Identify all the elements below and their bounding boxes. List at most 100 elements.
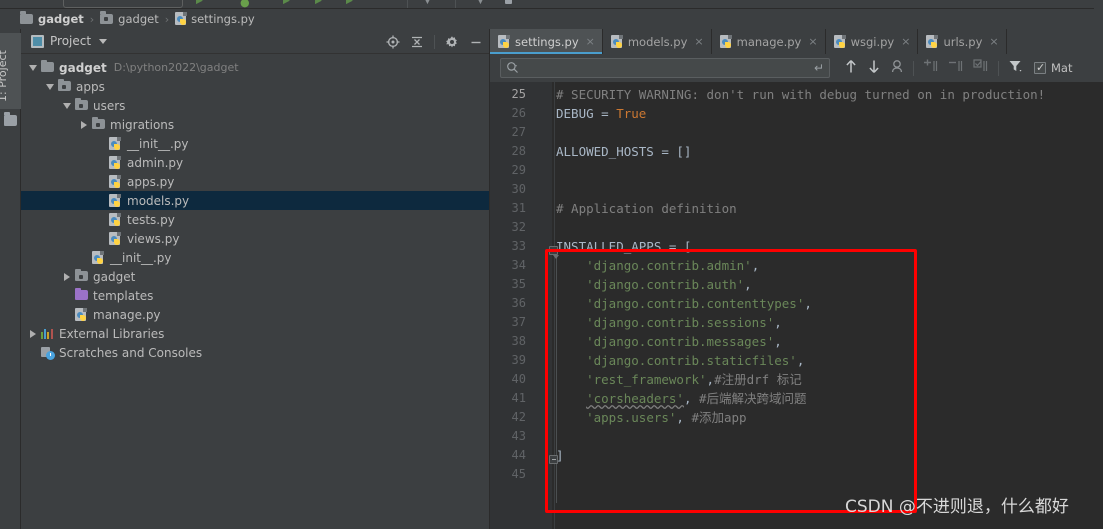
collapse-all-icon[interactable] — [410, 35, 424, 49]
close-icon[interactable]: × — [901, 35, 910, 48]
tree-item-users[interactable]: users — [21, 96, 489, 115]
editor-tab-urls-py[interactable]: urls.py × — [918, 29, 1007, 54]
editor-tab-settings-py[interactable]: settings.py × — [490, 29, 603, 54]
twisty[interactable] — [27, 324, 40, 343]
code-text[interactable]: # SECURITY WARNING: don't run with debug… — [552, 82, 1103, 529]
code-line[interactable]: 'django.contrib.messages', — [556, 332, 782, 351]
code-editor[interactable]: 25 26 27 28 29 30 31 32 33 34 35 36 37 38 39 40 41 42 43 44… — [490, 82, 1103, 529]
find-next-icon[interactable] — [867, 59, 881, 78]
close-icon[interactable]: × — [808, 35, 817, 48]
close-icon[interactable]: × — [989, 35, 998, 48]
code-line[interactable]: 'corsheaders', #后端解决跨域问题 — [556, 389, 806, 408]
close-icon[interactable]: × — [694, 35, 703, 48]
code-line[interactable]: INSTALLED_APPS = [ — [556, 237, 691, 256]
tool-window-tab-project[interactable]: 1: Project — [0, 33, 21, 109]
select-all-occurrences-icon[interactable] — [890, 59, 904, 78]
line-number: 36 — [511, 296, 526, 310]
tree-item-label: templates — [93, 288, 154, 303]
tree-item-label: __init__.py — [110, 250, 172, 265]
tree-item-views-py[interactable]: views.py — [21, 229, 489, 248]
left-tool-window-bar: 1: Project — [0, 29, 21, 529]
project-tree[interactable]: gadget D:\python2022\gadget apps users migra… — [21, 55, 489, 529]
twisty[interactable] — [61, 267, 74, 286]
tree-item-admin-py[interactable]: admin.py — [21, 153, 489, 172]
code-line[interactable]: # Application definition — [556, 199, 737, 218]
editor-tab-label: urls.py — [943, 34, 983, 49]
chevron-down-icon — [29, 65, 37, 71]
tree-item-templates[interactable]: templates — [21, 286, 489, 305]
code-line[interactable]: 'django.contrib.auth', — [556, 275, 752, 294]
pycharm-window: ▶ ● ▶ ▶ ▶ ▼ ▼ gadget › gadget › settings… — [0, 0, 1103, 529]
line-number: 37 — [511, 315, 526, 329]
tree-item-manage-py[interactable]: manage.py — [21, 305, 489, 324]
editor-tab-label: settings.py — [515, 34, 579, 49]
filter-icon[interactable] — [1008, 59, 1024, 78]
fold-marker-close[interactable] — [549, 455, 558, 464]
tree-item-label: migrations — [110, 117, 175, 132]
twisty[interactable] — [78, 115, 91, 134]
line-number: 38 — [511, 334, 526, 348]
editor-tab-bar[interactable]: settings.py × models.py × manage.py × wsgi.py ×… — [490, 29, 1103, 54]
close-icon[interactable]: × — [586, 35, 595, 48]
code-line[interactable]: 'django.contrib.sessions', — [556, 313, 782, 332]
fold-marker-open[interactable] — [549, 246, 559, 259]
window-edge — [1094, 0, 1103, 9]
breadcrumb-item-0[interactable]: gadget — [20, 11, 84, 26]
tree-item-scratches-and-consoles[interactable]: Scratches and Consoles — [21, 343, 489, 362]
editor-tab-label: manage.py — [736, 34, 802, 49]
minimize-icon[interactable] — [469, 35, 483, 49]
breadcrumb-item-1[interactable]: gadget — [100, 11, 159, 26]
twisty[interactable] — [61, 96, 74, 115]
tree-item-migrations[interactable]: migrations — [21, 115, 489, 134]
tree-item-gadget[interactable]: gadget — [21, 267, 489, 286]
line-number-gutter[interactable]: 25 26 27 28 29 30 31 32 33 34 35 36 37 38 39 40 41 42 43 44… — [490, 82, 552, 529]
select-all-icon — [973, 58, 989, 78]
tree-item-apps[interactable]: apps — [21, 77, 489, 96]
line-number: 44 — [511, 448, 526, 462]
checkbox-icon — [1034, 61, 1046, 74]
twisty[interactable] — [27, 58, 40, 77]
python-file-icon — [92, 251, 104, 265]
folder-icon[interactable] — [4, 112, 17, 126]
locate-icon[interactable] — [386, 35, 400, 49]
search-field[interactable]: ↵ — [500, 58, 830, 78]
editor-tab-models-py[interactable]: models.py × — [603, 29, 712, 54]
run-config-selector[interactable] — [63, 0, 183, 8]
tool-window-tab-label: 1: Project — [0, 50, 9, 102]
scratches-icon — [41, 347, 55, 360]
tree-item-apps-py[interactable]: apps.py — [21, 172, 489, 191]
tree-item--init-py[interactable]: __init__.py — [21, 248, 489, 267]
tree-item-gadget[interactable]: gadget D:\python2022\gadget — [21, 58, 489, 77]
gear-icon[interactable] — [445, 35, 459, 49]
match-case-checkbox[interactable]: Mat — [1034, 61, 1072, 75]
line-number: 30 — [511, 182, 526, 196]
twisty — [95, 191, 108, 210]
search-input[interactable] — [519, 61, 814, 75]
tree-item-tests-py[interactable]: tests.py — [21, 210, 489, 229]
tree-item-label: gadget — [93, 269, 136, 284]
breadcrumb-item-2[interactable]: settings.py — [175, 12, 255, 26]
tree-item-external-libraries[interactable]: External Libraries — [21, 324, 489, 343]
code-line[interactable]: DEBUG = True — [556, 104, 646, 123]
code-line[interactable]: ALLOWED_HOSTS = [] — [556, 142, 691, 161]
main-toolbar: ▶ ● ▶ ▶ ▶ ▼ ▼ — [0, 0, 1103, 9]
code-line[interactable]: 'django.contrib.admin', — [556, 256, 759, 275]
code-line[interactable]: # SECURITY WARNING: don't run with debug… — [556, 85, 1045, 104]
code-line[interactable]: 'django.contrib.contenttypes', — [556, 294, 812, 313]
python-file-icon — [109, 137, 121, 151]
twisty — [61, 305, 74, 324]
project-view-selector[interactable]: Project — [31, 34, 108, 48]
divider — [434, 34, 435, 49]
tree-item-models-py[interactable]: models.py — [21, 191, 489, 210]
tree-item--init-py[interactable]: __init__.py — [21, 134, 489, 153]
code-line[interactable]: 'apps.users', #添加app — [556, 408, 746, 427]
editor-tab-wsgi-py[interactable]: wsgi.py × — [826, 29, 919, 54]
line-number: 32 — [511, 220, 526, 234]
tree-item-label: Scratches and Consoles — [59, 345, 203, 360]
code-line[interactable]: 'rest_framework',#注册drf 标记 — [556, 370, 802, 389]
editor-tab-manage-py[interactable]: manage.py × — [712, 29, 826, 54]
twisty[interactable] — [44, 77, 57, 96]
python-file-icon — [109, 156, 121, 170]
code-line[interactable]: 'django.contrib.staticfiles', — [556, 351, 804, 370]
find-previous-icon[interactable] — [844, 59, 858, 78]
